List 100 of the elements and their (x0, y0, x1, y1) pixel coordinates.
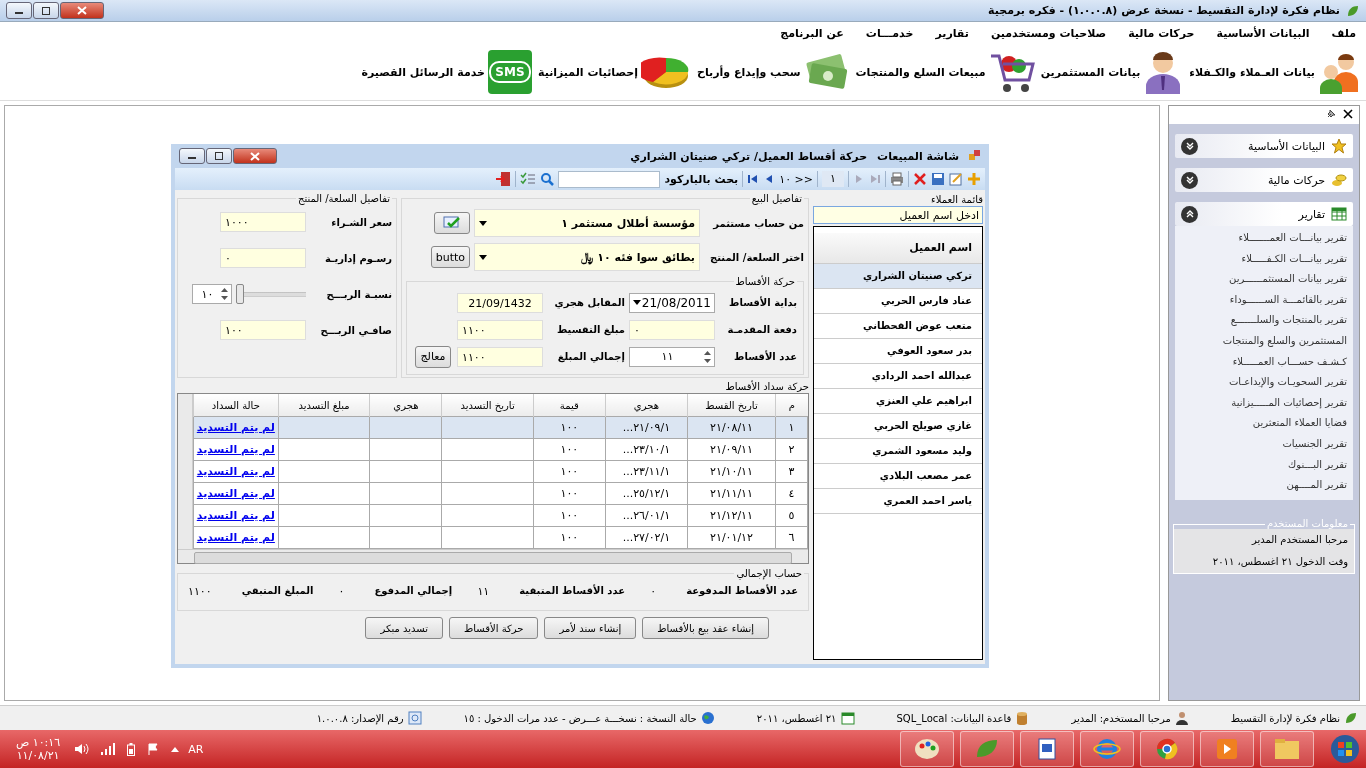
product-button[interactable]: butto (430, 246, 470, 268)
customer-row[interactable]: تركي صنيتان الشراري (814, 264, 982, 289)
clock-time[interactable]: ١٠:١٦ ص (16, 736, 61, 749)
action-button[interactable]: إنشاء سند لأمر (544, 617, 637, 639)
menu-item[interactable]: عن البرنامج (780, 26, 844, 40)
customer-row[interactable]: عمر مصعب البلادي (814, 464, 982, 489)
column-header[interactable]: م (775, 394, 808, 417)
column-header[interactable]: قيمة (533, 394, 606, 417)
start-button[interactable] (1330, 734, 1360, 764)
taskbar-app[interactable] (900, 731, 954, 767)
chevron-icon[interactable] (1181, 205, 1198, 223)
amount-field[interactable]: ١٠٠٠ (220, 212, 306, 232)
minimize-button[interactable] (6, 2, 32, 19)
customer-row[interactable]: متعب عوض القحطاني (814, 314, 982, 339)
maximize-button[interactable] (206, 148, 232, 164)
report-link[interactable]: تقرير بيانـــات العمـــــــلاء (1181, 228, 1347, 249)
report-link[interactable]: تقرير إحصائيات المـــــيزانية (1181, 392, 1347, 414)
table-row[interactable]: ١ ٢١/٠٨/١١ ٢١/٠٩/١... ١٠٠ لم يتم التسديد (193, 416, 808, 439)
maximize-button[interactable] (33, 2, 59, 19)
table-row[interactable]: ٤ ٢١/١١/١١ ٢٥/١٢/١... ١٠٠ لم يتم التسديد (193, 482, 808, 505)
table-row[interactable]: ٦ ٢١/٠١/١٢ ٢٧/٠٢/١... ١٠٠ لم يتم التسديد (193, 526, 808, 549)
language-indicator[interactable]: AR (188, 742, 204, 756)
barcode-search-field[interactable] (558, 170, 661, 188)
vertical-scrollbar[interactable] (178, 394, 193, 549)
column-header[interactable]: مبلغ التسديد (278, 394, 370, 417)
customer-search-field[interactable]: ادخل اسم العميل (813, 206, 983, 224)
toolbar-button[interactable]: سحب وإيداع وأرباح (696, 50, 850, 94)
toolbar-button[interactable]: مبيعات السلع والمنتجات (855, 50, 1035, 94)
horizontal-scrollbar[interactable] (178, 549, 808, 563)
taskbar-app[interactable] (960, 731, 1014, 767)
customer-row[interactable]: غازي صويلح الحربي (814, 414, 982, 439)
hijri-date-field[interactable]: 21/09/1432 (457, 292, 543, 313)
report-link[interactable]: كـشـف حســـاب العمـــــلاء (1181, 351, 1347, 373)
action-button[interactable]: حركة الأقساط (449, 617, 539, 639)
down-payment-field[interactable]: ٠ (629, 319, 715, 340)
edit-icon[interactable] (949, 172, 963, 186)
menu-item[interactable]: حركات مالية (1128, 26, 1195, 40)
menu-item[interactable]: صلاحيات ومستخدمين (990, 26, 1107, 40)
print-icon[interactable] (890, 172, 904, 186)
panel-header[interactable]: تقارير (1175, 202, 1353, 226)
menu-item[interactable]: ملف (1331, 26, 1356, 40)
action-button[interactable]: إنشاء عقد بيع بالأقساط (642, 617, 769, 639)
date-picker[interactable]: 21/08/2011 (629, 292, 715, 313)
total-amount-field[interactable]: ١١٠٠ (457, 346, 543, 367)
checklist-icon[interactable] (520, 172, 537, 186)
chevron-icon[interactable] (1181, 171, 1198, 189)
percentage-spinner[interactable]: ١٠ (192, 284, 232, 304)
minimize-button[interactable] (179, 148, 205, 164)
slider-thumb[interactable] (236, 284, 244, 304)
amount-field[interactable]: ٠ (220, 248, 306, 268)
report-link[interactable]: تقرير بالقائمـــة الســــــوداء (1181, 289, 1347, 311)
taskbar-app[interactable] (1200, 731, 1254, 767)
menu-item[interactable]: البيانات الأساسية (1216, 26, 1310, 40)
confirm-button[interactable] (434, 212, 470, 234)
toolbar-button[interactable]: بيانات المستثمرين (1040, 50, 1184, 94)
exit-icon[interactable] (495, 171, 512, 187)
close-button[interactable] (60, 2, 104, 19)
panel-header[interactable]: حركات مالية (1175, 168, 1353, 192)
customer-row[interactable]: وليد مسعود الشمري (814, 439, 982, 464)
toolbar-button[interactable]: إحصائيات الميزانية (537, 50, 691, 94)
menu-item[interactable]: تقارير (935, 26, 969, 40)
chevron-icon[interactable] (1181, 137, 1198, 155)
customer-row[interactable]: بدر سعود العوفي (814, 339, 982, 364)
product-dropdown[interactable]: بطائق سوا فئه ١٠ ﷼ (474, 243, 700, 271)
report-link[interactable]: تقرير السحويـات والإيداعـات (1181, 372, 1347, 393)
column-header[interactable]: هجري (369, 394, 442, 417)
taskbar-app[interactable] (1260, 731, 1314, 767)
delete-icon[interactable] (913, 172, 927, 186)
column-header[interactable]: هجري (605, 394, 688, 417)
menu-item[interactable]: خدمـــات (865, 26, 914, 40)
report-link[interactable]: تقرير البـــنوك (1181, 454, 1347, 476)
table-row[interactable]: ٥ ٢١/١٢/١١ ٢٦/٠١/١... ١٠٠ لم يتم التسديد (193, 504, 808, 527)
report-link[interactable]: تقرير الجنسيات (1181, 433, 1347, 455)
report-link[interactable]: تقرير بالمنتجات والسلـــــــع (1181, 310, 1347, 331)
column-header[interactable]: حالة السداد (193, 394, 279, 417)
page-number-field[interactable]: ١ (822, 171, 844, 187)
installment-amount-field[interactable]: ١١٠٠ (457, 319, 543, 340)
investor-dropdown[interactable]: مؤسسة أطلال مستثمر ١ (474, 209, 700, 237)
taskbar-app[interactable] (1140, 731, 1194, 767)
customer-row[interactable]: ابراهيم علي العنزي (814, 389, 982, 414)
amount-field[interactable]: ١٠٠ (220, 320, 306, 340)
table-row[interactable]: ٢ ٢١/٠٩/١١ ٢٣/١٠/١... ١٠٠ لم يتم التسديد (193, 438, 808, 461)
report-link[interactable]: المستثمرين والسلع والمنتجات (1181, 330, 1347, 352)
report-link[interactable]: تقرير بيانـــات الكـفـــــلاء (1181, 248, 1347, 270)
table-row[interactable]: ٣ ٢١/١٠/١١ ٢٣/١١/١... ١٠٠ لم يتم التسديد (193, 460, 808, 483)
first-record-icon[interactable] (747, 173, 760, 185)
installment-count-spinner[interactable]: ١١ (629, 346, 715, 367)
toolbar-button[interactable]: بيانات العـملاء والكـفلاء (1189, 50, 1362, 94)
customer-row[interactable]: عبدالله احمد الردادي (814, 364, 982, 389)
column-header[interactable]: تاريخ التسديد (441, 394, 534, 417)
close-button[interactable] (233, 148, 277, 164)
customer-row[interactable]: عناد فارس الحربي (814, 289, 982, 314)
report-link[interactable]: قضايا العملاء المتعثرين (1181, 413, 1347, 434)
save-icon[interactable] (931, 172, 945, 186)
wizard-button[interactable]: معالج (415, 345, 451, 368)
action-button[interactable]: تسديد مبكر (365, 617, 443, 639)
column-header[interactable]: تاريخ القسط (687, 394, 776, 417)
taskbar-app[interactable] (1080, 731, 1134, 767)
customer-row[interactable]: ياسر احمد العمري (814, 489, 982, 514)
search-icon[interactable] (540, 172, 555, 186)
